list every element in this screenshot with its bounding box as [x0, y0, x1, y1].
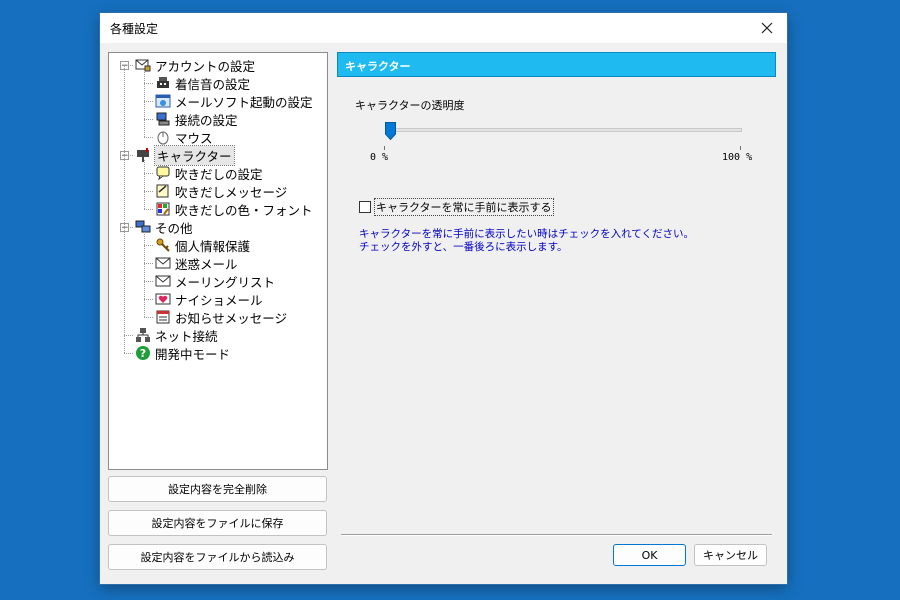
tree-connector	[144, 191, 153, 192]
info-line-2: チェックを外すと、一番後ろに表示します。	[359, 241, 568, 253]
footer-separator	[341, 534, 772, 536]
tree-item-label: マウス	[175, 130, 213, 146]
title-bar: 各種設定	[100, 13, 787, 43]
info-text: キャラクターを常に手前に表示したい時はチェックを入れてください。 チェックを外す…	[359, 228, 694, 254]
speech-bubble-icon	[156, 166, 170, 181]
help-circle-icon: ?	[136, 346, 150, 360]
svg-text:?: ?	[140, 347, 146, 360]
tree-connector	[144, 119, 153, 120]
tree-item[interactable]: 接続の設定	[155, 110, 238, 128]
tree-item-label: 吹きだしの設定	[175, 166, 263, 182]
ok-button[interactable]: OK	[613, 544, 686, 566]
keys-icon	[156, 238, 170, 252]
computers-icon	[135, 220, 151, 233]
tree-connector	[144, 173, 153, 174]
network-icon	[136, 328, 150, 342]
slider-min-label: 0 %	[370, 152, 389, 163]
mail-lock-icon	[135, 59, 151, 72]
panel-header: キャラクター	[337, 52, 776, 77]
tree-connector	[124, 335, 133, 336]
tree-connector	[144, 101, 153, 102]
envelope-icon	[155, 257, 171, 269]
tree-item-label: 個人情報保護	[175, 238, 251, 254]
tree-connector	[144, 263, 153, 264]
tree-connector	[144, 317, 153, 318]
tree-item[interactable]: キャラクター	[135, 144, 235, 166]
window-title: 各種設定	[110, 22, 159, 36]
slider-tick-max	[740, 146, 741, 150]
palette-icon	[156, 202, 170, 216]
load-settings-file-button[interactable]: 設定内容をファイルから読込み	[108, 544, 327, 570]
tree-item[interactable]: お知らせメッセージ	[155, 308, 287, 326]
tree-connector	[144, 70, 145, 137]
always-on-top-checkbox[interactable]	[359, 201, 371, 213]
tree-connector	[144, 137, 153, 138]
slider-max-label: 100 %	[722, 152, 753, 163]
tree-item[interactable]: 吹きだしメッセージ	[155, 182, 287, 200]
tree-connector	[144, 299, 153, 300]
phone-icon	[157, 77, 169, 88]
tree-item-label: 迷惑メール	[175, 256, 238, 272]
tree-item-label: その他	[155, 220, 193, 236]
tree-item-label: お知らせメッセージ	[175, 310, 288, 326]
tree-item-label: キャラクター	[154, 144, 235, 166]
tree-connector	[144, 245, 153, 246]
tree-item[interactable]: 吹きだしの設定	[155, 164, 263, 182]
tree-item-label: 開発中モード	[155, 346, 231, 362]
opacity-label: キャラクターの透明度	[355, 99, 465, 112]
save-settings-file-button[interactable]: 設定内容をファイルに保存	[108, 510, 327, 536]
tree-item[interactable]: 迷惑メール	[155, 254, 238, 272]
tree-item-label: ネット接続	[155, 328, 218, 344]
tree-item[interactable]: マウス	[155, 128, 213, 146]
close-icon	[761, 22, 773, 34]
tree-connector	[124, 353, 133, 354]
tree-item-label: 接続の設定	[175, 112, 238, 128]
tree-item-label: 吹きだしの色・フォント	[175, 202, 313, 218]
opacity-slider-thumb[interactable]	[385, 122, 396, 140]
tree-item[interactable]: 吹きだしの色・フォント	[155, 200, 313, 218]
close-button[interactable]	[747, 13, 787, 43]
tree-connector	[144, 281, 153, 282]
tree-connector	[124, 65, 125, 353]
tree-item-label: アカウントの設定	[155, 58, 256, 74]
tree-item-label: 吹きだしメッセージ	[175, 184, 288, 200]
tree-item[interactable]: アカウントの設定	[135, 56, 255, 74]
tree-item[interactable]: ナイショメール	[155, 290, 263, 308]
mouse-icon	[157, 131, 169, 145]
tree-item-label: メーリングリスト	[175, 274, 276, 290]
tree-item[interactable]: ? 開発中モード	[135, 344, 230, 362]
tree-item[interactable]: 着信音の設定	[155, 74, 250, 92]
opacity-slider-track[interactable]	[388, 128, 742, 132]
always-on-top-label[interactable]: キャラクターを常に手前に表示する	[374, 198, 554, 216]
app-window-icon	[155, 94, 171, 108]
cancel-button[interactable]: キャンセル	[694, 544, 767, 566]
delete-all-settings-button[interactable]: 設定内容を完全削除	[108, 476, 327, 502]
envelope-icon	[155, 275, 171, 287]
tree-item[interactable]: 個人情報保護	[155, 236, 250, 254]
tree-connector	[144, 83, 153, 84]
tree-item-label: ナイショメール	[175, 292, 263, 308]
tree-connector	[144, 209, 153, 210]
network-computer-icon	[156, 112, 170, 126]
tree-connector	[144, 160, 145, 209]
tree-connector	[144, 232, 145, 317]
tree-item[interactable]: メーリングリスト	[155, 272, 275, 290]
slider-tick-min	[384, 146, 385, 150]
edit-note-icon	[156, 184, 169, 198]
settings-dialog: 各種設定 アカウントの設定 − 着信音の設定 メールソフト起動の設定 接続の設定 マウスキ…	[100, 13, 787, 584]
mailbox-icon	[137, 148, 149, 162]
tree-item-label: メールソフト起動の設定	[175, 94, 313, 110]
info-line-1: キャラクターを常に手前に表示したい時はチェックを入れてください。	[359, 228, 694, 240]
settings-tree[interactable]: アカウントの設定 − 着信音の設定 メールソフト起動の設定 接続の設定 マウス キャラクター…	[108, 52, 328, 470]
tree-item-label: 着信音の設定	[175, 76, 251, 92]
tree-item[interactable]: メールソフト起動の設定	[155, 92, 313, 110]
heart-envelope-icon	[155, 293, 171, 305]
tree-item[interactable]: ネット接続	[135, 326, 218, 344]
notice-calendar-icon	[156, 310, 170, 324]
